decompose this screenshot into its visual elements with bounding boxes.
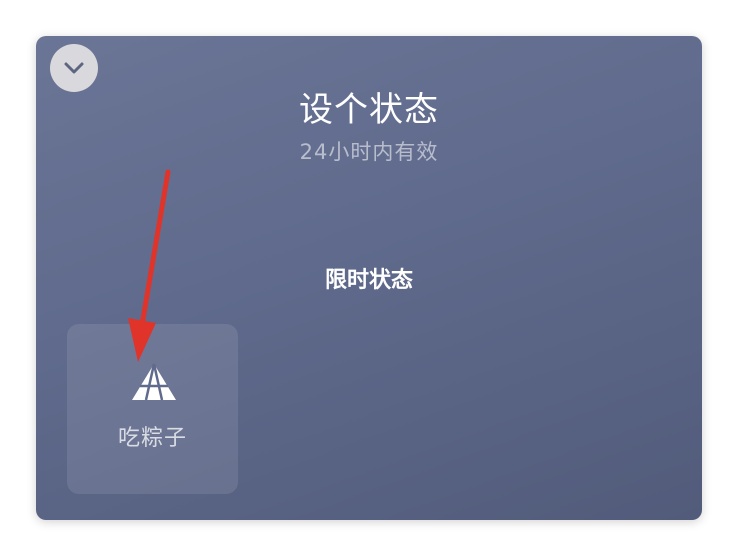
status-label: 吃粽子 — [117, 426, 187, 451]
status-option-eat-zongzi[interactable]: 吃粽子 — [67, 324, 238, 494]
chevron-down-icon — [64, 62, 84, 74]
page-title: 设个状态 — [299, 90, 439, 130]
zongzi-icon — [132, 363, 176, 401]
section-title-limited-status: 限时状态 — [324, 268, 413, 293]
page-subtitle: 24小时内有效 — [299, 140, 439, 164]
status-panel: 设个状态 24小时内有效 限时状态 吃粽子 — [36, 36, 702, 520]
